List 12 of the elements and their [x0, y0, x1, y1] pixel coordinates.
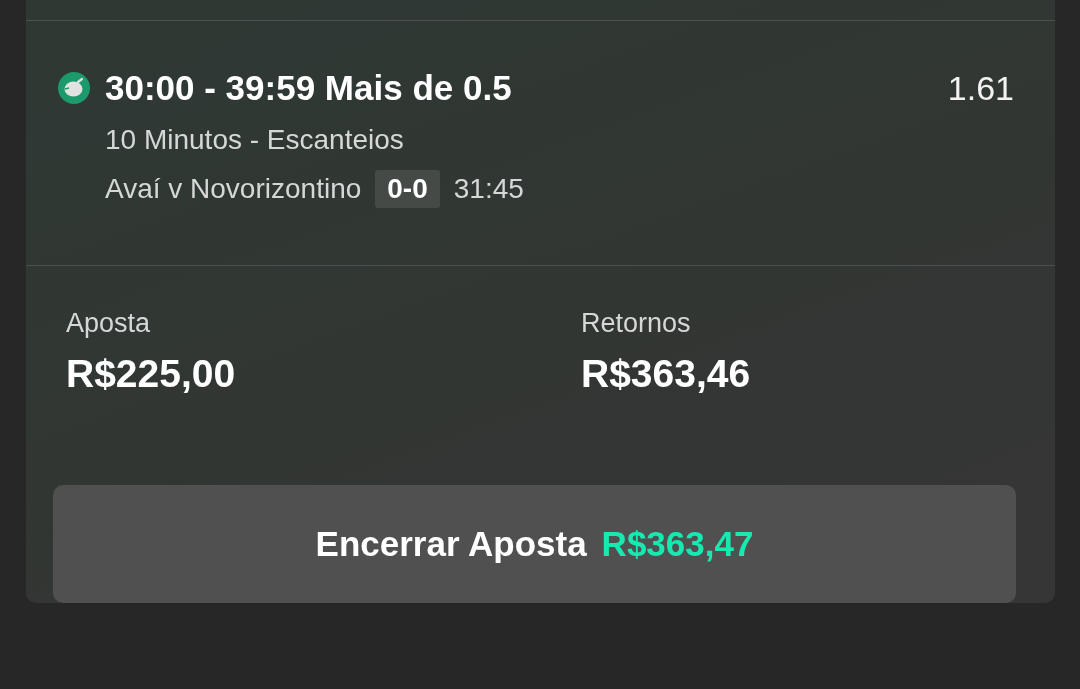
summary-label: Aposta	[66, 307, 151, 340]
summary-amount: R$363,46	[581, 351, 751, 397]
match-score: 0-0	[375, 170, 440, 208]
ball-icon	[58, 72, 90, 104]
market-name: 10 Minutos - Escanteios	[105, 123, 404, 157]
match-name: Avaí v Novorizontino	[105, 172, 362, 206]
cash-out-button[interactable]: Encerrar Aposta R$363,47	[53, 485, 1016, 603]
selection-title: 30:00 - 39:59 Mais de 0.5	[105, 68, 513, 108]
summary-label: Retornos	[581, 307, 691, 340]
odds-value: 1.61	[947, 68, 1014, 108]
match-clock: 31:45	[453, 172, 524, 206]
summary-amount: R$225,00	[66, 351, 236, 397]
